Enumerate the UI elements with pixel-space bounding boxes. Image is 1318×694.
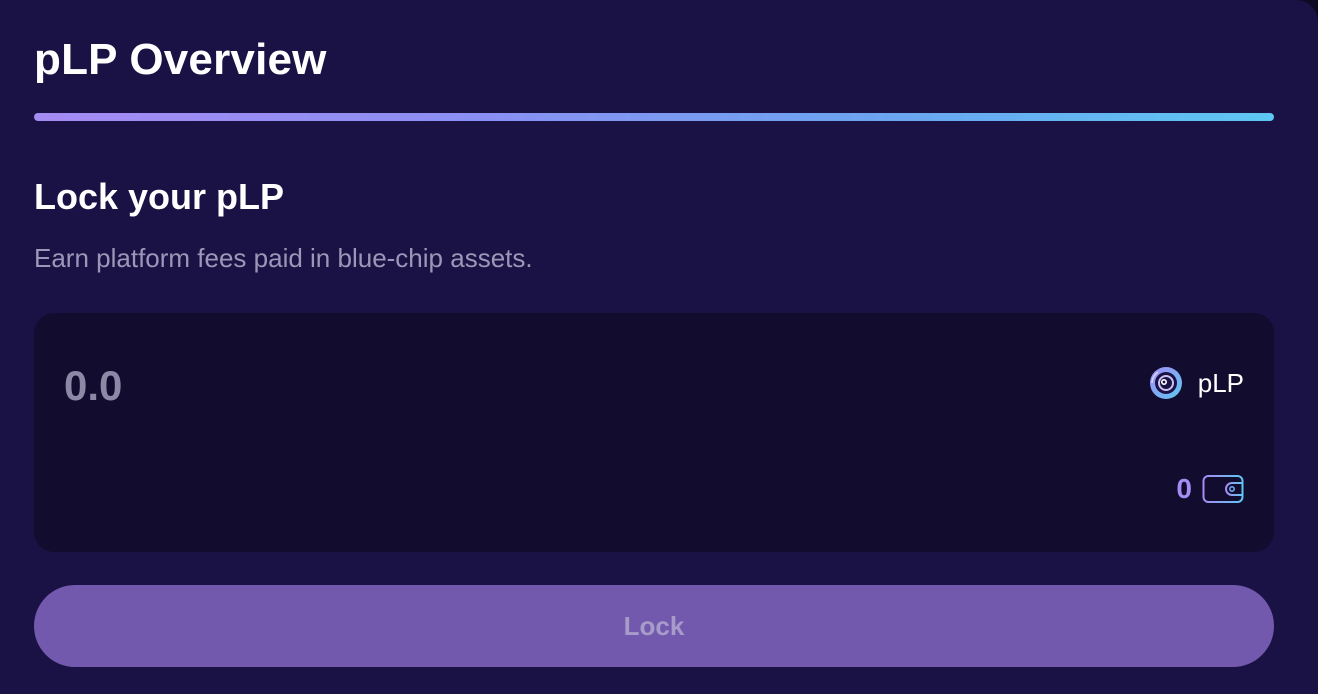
lock-section-subtitle: Earn platform fees paid in blue-chip ass… [34,243,533,273]
wallet-icon [1202,473,1244,505]
lock-button[interactable]: Lock [34,585,1274,667]
lock-amount-card: pLP 0 [34,313,1274,552]
token-label: pLP [1197,368,1244,398]
page-title: pLP Overview [34,35,327,84]
lock-section-title: Lock your pLP [34,176,285,217]
plp-overview-panel: pLP Overview Lock your pLP Earn platform… [0,0,1318,694]
amount-input[interactable] [64,361,764,411]
balance-value: 0 [1176,473,1192,504]
wallet-balance[interactable]: 0 [1176,471,1244,507]
token-display: pLP [1148,365,1244,401]
plp-token-icon [1148,365,1184,401]
gradient-divider [34,113,1274,121]
